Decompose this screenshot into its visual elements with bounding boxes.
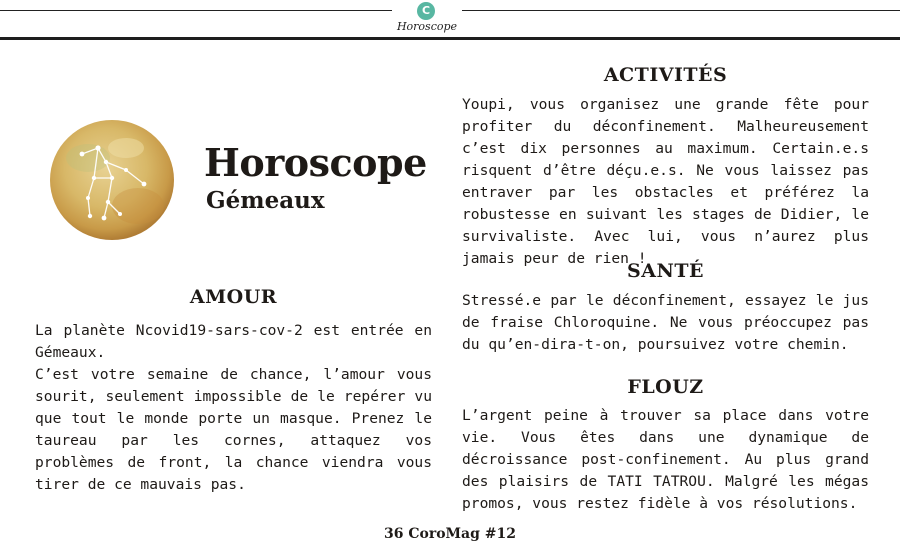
sante-heading: SANTÉ xyxy=(627,260,704,282)
page-header: C Horoscope xyxy=(0,0,900,42)
magazine-logo-icon: C xyxy=(417,2,435,20)
amour-paragraph: La planète Ncovid19-sars-cov-2 est entré… xyxy=(35,322,432,493)
page-title: Horoscope xyxy=(204,140,427,185)
sante-text: Stressé.e par le déconfinement, essayez … xyxy=(462,292,869,353)
activites-heading: ACTIVITÉS xyxy=(603,64,728,86)
flouz-heading: FLOUZ xyxy=(627,376,704,398)
zodiac-sign-title: Gémeaux xyxy=(206,187,325,214)
gemini-constellation-icon xyxy=(50,120,174,240)
amour-text: La planète Ncovid19-sars-cov-2 est entré… xyxy=(35,320,432,496)
amour-heading: AMOUR xyxy=(189,286,278,308)
header-rule-thick xyxy=(0,37,900,40)
page-footer: 36 CoroMag #12 xyxy=(384,526,516,542)
activites-text: Youpi, vous organisez une grande fête po… xyxy=(462,96,869,267)
flouz-text: L’argent peine à trouver sa place dans v… xyxy=(462,407,869,512)
section-tag: Horoscope xyxy=(396,20,458,33)
